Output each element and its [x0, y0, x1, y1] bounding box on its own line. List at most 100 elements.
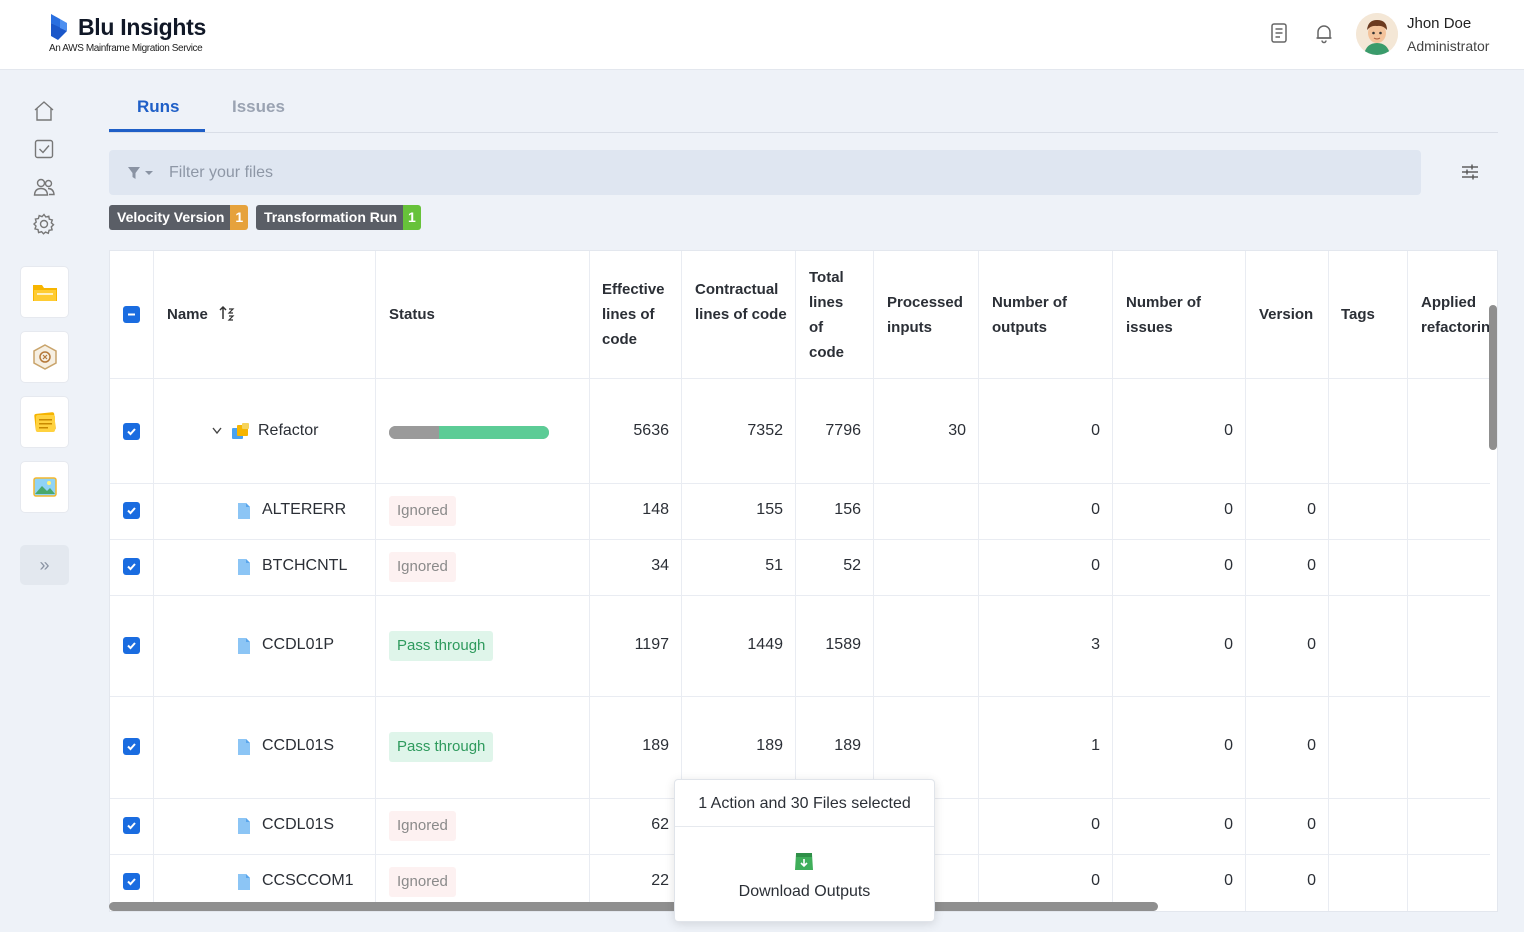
selection-summary: 1 Action and 30 Files selected [675, 780, 934, 827]
home-icon[interactable] [32, 99, 56, 123]
cell-total: 156 [834, 501, 861, 518]
file-name[interactable]: CCDL01S [262, 816, 334, 834]
cell-contractual: 155 [756, 501, 783, 518]
status-badge: Pass through [389, 732, 494, 762]
tab-runs[interactable]: Runs [137, 97, 180, 117]
run-progress-bar [389, 426, 549, 439]
cell-total: 52 [843, 557, 861, 574]
cell-outputs: 1 [1091, 737, 1100, 754]
cell-issues: 0 [1224, 636, 1233, 653]
file-name[interactable]: BTCHCNTL [262, 557, 347, 575]
col-header-applied-refactoring[interactable]: Applied refactorin [1421, 290, 1493, 340]
app-subtitle: An AWS Mainframe Migration Service [49, 43, 203, 54]
row-checkbox[interactable] [123, 738, 140, 755]
row-checkbox[interactable] [123, 558, 140, 575]
row-checkbox[interactable] [123, 423, 140, 440]
checkmark-icon [127, 428, 136, 436]
file-name[interactable]: CCDL01S [262, 737, 334, 755]
cell-outputs: 0 [1091, 501, 1100, 518]
col-header-status[interactable]: Status [389, 302, 435, 327]
cell-version: 0 [1307, 636, 1316, 653]
chip-transformation-run[interactable]: Transformation Run 1 [256, 205, 421, 230]
row-checkbox[interactable] [123, 873, 140, 890]
user-role: Administrator [1407, 38, 1490, 54]
chip-velocity-version[interactable]: Velocity Version 1 [109, 205, 249, 230]
settings-gear-icon[interactable] [32, 212, 56, 236]
minus-icon [128, 313, 135, 316]
tab-bar: Runs Issues [109, 85, 1498, 133]
col-header-issues[interactable]: Number of issues [1126, 290, 1226, 340]
checkmark-icon [127, 878, 136, 886]
cell-outputs: 0 [1091, 816, 1100, 833]
sidebar-codebase-card[interactable] [20, 331, 69, 383]
sidebar-image-card[interactable] [20, 461, 69, 513]
download-outputs-button[interactable]: Download Outputs [675, 840, 934, 910]
tab-issues[interactable]: Issues [232, 97, 285, 117]
cell-outputs: 0 [1091, 557, 1100, 574]
row-checkbox[interactable] [123, 502, 140, 519]
cell-effective: 189 [642, 737, 669, 754]
filter-dropdown-icon[interactable] [127, 165, 157, 181]
cell-issues: 0 [1224, 501, 1233, 518]
cell-version: 0 [1307, 501, 1316, 518]
file-icon [238, 559, 250, 575]
cell-outputs: 3 [1091, 636, 1100, 653]
bell-icon[interactable] [1313, 22, 1335, 44]
cell-issues: 0 [1224, 737, 1233, 754]
vertical-scrollbar[interactable] [1489, 305, 1497, 450]
cell-total: 189 [834, 737, 861, 754]
col-header-version[interactable]: Version [1259, 302, 1313, 327]
top-header: Blu Insights An AWS Mainframe Migration … [0, 0, 1524, 70]
file-name[interactable]: CCSCCOM1 [262, 872, 354, 890]
double-chevron-right-icon: » [39, 554, 50, 575]
cell-version: 0 [1307, 737, 1316, 754]
status-badge: Pass through [389, 631, 494, 661]
col-header-effective-loc[interactable]: Effective lines of code [602, 277, 676, 352]
image-icon [32, 477, 57, 497]
chip-label: Transformation Run [256, 205, 404, 230]
chip-count: 1 [403, 205, 421, 230]
col-header-tags[interactable]: Tags [1341, 302, 1375, 327]
sidebar-notes-card[interactable] [20, 396, 69, 448]
sidebar-expand-button[interactable]: » [20, 545, 69, 585]
horizontal-scrollbar[interactable] [109, 902, 1158, 911]
user-name[interactable]: Jhon Doe [1407, 15, 1471, 32]
group-name[interactable]: Refactor [258, 422, 318, 440]
select-all-checkbox[interactable] [123, 306, 140, 323]
cell-issues: 0 [1224, 422, 1233, 439]
cell-effective: 1197 [634, 636, 669, 653]
folder-icon [32, 285, 57, 301]
file-icon [238, 818, 250, 834]
col-header-outputs[interactable]: Number of outputs [992, 290, 1102, 340]
file-icon [238, 503, 250, 519]
status-badge: Ignored [389, 867, 456, 897]
row-checkbox[interactable] [123, 817, 140, 834]
cell-contractual: 7352 [747, 422, 783, 439]
user-avatar-icon [1356, 13, 1398, 55]
status-badge: Ignored [389, 552, 456, 582]
chip-count: 1 [230, 205, 249, 230]
col-header-processed-inputs[interactable]: Processed inputs [887, 290, 975, 340]
cell-version: 0 [1307, 557, 1316, 574]
column-settings-icon[interactable] [1459, 161, 1481, 183]
col-header-name[interactable]: Name [167, 302, 236, 327]
avatar[interactable] [1356, 13, 1398, 55]
checkmark-icon [127, 743, 136, 751]
blu-logo-icon [51, 14, 67, 40]
cell-effective: 62 [651, 816, 669, 833]
col-header-total-loc[interactable]: Total lines of code [809, 265, 853, 365]
file-name[interactable]: CCDL01P [262, 636, 334, 654]
cell-effective: 34 [651, 557, 669, 574]
sort-icon[interactable] [218, 304, 236, 322]
cell-outputs: 0 [1091, 872, 1100, 889]
app-title: Blu Insights [78, 14, 207, 40]
sidebar-folder-card[interactable] [20, 266, 69, 318]
users-icon[interactable] [32, 175, 56, 199]
chevron-down-icon[interactable] [211, 426, 223, 436]
row-checkbox[interactable] [123, 637, 140, 654]
tasks-icon[interactable] [32, 137, 56, 161]
col-header-contractual-loc[interactable]: Contractual lines of code [695, 277, 787, 327]
filter-input[interactable] [169, 150, 769, 195]
file-name[interactable]: ALTERERR [262, 501, 346, 519]
document-icon[interactable] [1268, 22, 1290, 44]
